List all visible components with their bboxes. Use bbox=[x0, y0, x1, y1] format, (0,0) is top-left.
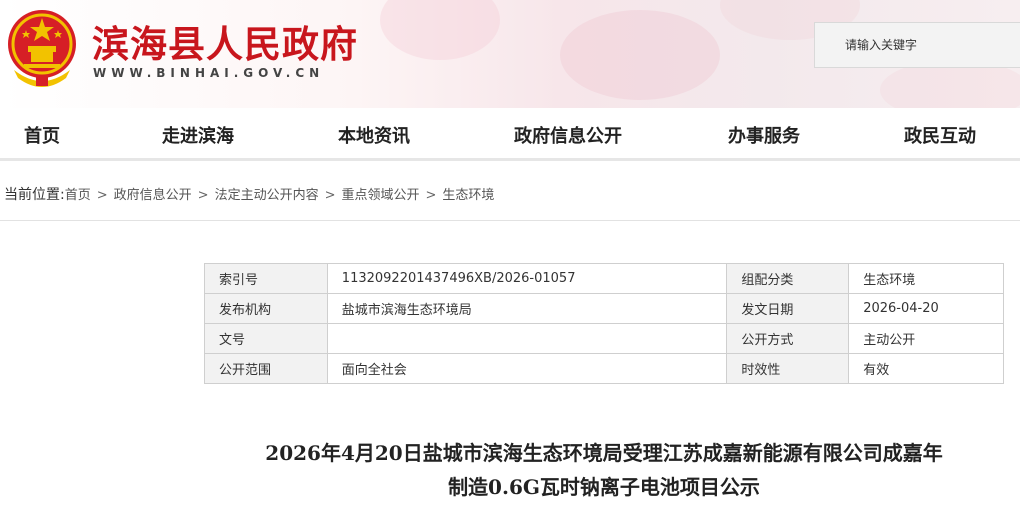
nav-item-services[interactable]: 办事服务 bbox=[728, 122, 800, 148]
site-url: WWW.BINHAI.GOV.CN bbox=[93, 66, 325, 80]
search-input[interactable] bbox=[815, 23, 1020, 67]
nav-item-interaction[interactable]: 政民互动 bbox=[904, 122, 976, 148]
breadcrumb-separator: > bbox=[197, 188, 209, 203]
breadcrumb-lead: 当前位置: bbox=[4, 187, 65, 203]
blossom-decoration bbox=[380, 0, 500, 60]
field-label: 发布机构 bbox=[204, 293, 328, 324]
field-label: 发文日期 bbox=[726, 293, 850, 324]
breadcrumb-item[interactable]: 生态环境 bbox=[442, 188, 494, 203]
field-value bbox=[326, 323, 728, 354]
nav-item-home[interactable]: 首页 bbox=[24, 122, 60, 148]
field-value: 有效 bbox=[848, 353, 1004, 384]
breadcrumb-item[interactable]: 法定主动公开内容 bbox=[215, 188, 319, 203]
search-box bbox=[814, 22, 1020, 68]
field-label: 组配分类 bbox=[726, 263, 850, 294]
breadcrumb-divider bbox=[0, 220, 1020, 221]
nav-item-about[interactable]: 走进滨海 bbox=[162, 122, 234, 148]
field-label: 公开方式 bbox=[726, 323, 850, 354]
table-row: 公开范围 面向全社会 时效性 有效 bbox=[204, 353, 1004, 384]
breadcrumb-separator: > bbox=[96, 188, 108, 203]
field-value: 主动公开 bbox=[848, 323, 1004, 354]
field-value: 2026-04-20 bbox=[848, 293, 1004, 324]
field-value: 1132092201437496XB/2026-01057 bbox=[326, 263, 728, 294]
breadcrumb-item[interactable]: 重点领域公开 bbox=[341, 188, 419, 203]
field-label: 公开范围 bbox=[204, 353, 328, 384]
table-row: 文号 公开方式 主动公开 bbox=[204, 323, 1004, 354]
table-row: 索引号 1132092201437496XB/2026-01057 组配分类 生… bbox=[204, 263, 1004, 294]
site-header: 滨海县人民政府 WWW.BINHAI.GOV.CN bbox=[0, 0, 1020, 108]
article-title-line: 2026年4月20日盐城市滨海生态环境局受理江苏成嘉新能源有限公司成嘉年 bbox=[265, 441, 943, 465]
article-title: 2026年4月20日盐城市滨海生态环境局受理江苏成嘉新能源有限公司成嘉年 制造0… bbox=[200, 436, 1008, 504]
national-emblem-icon bbox=[8, 10, 76, 87]
field-label: 时效性 bbox=[726, 353, 850, 384]
breadcrumb-item[interactable]: 首页 bbox=[65, 188, 91, 203]
nav-item-news[interactable]: 本地资讯 bbox=[338, 122, 410, 148]
breadcrumb: 当前位置:首页 > 政府信息公开 > 法定主动公开内容 > 重点领域公开 > 生态环境 bbox=[4, 184, 494, 204]
field-value: 生态环境 bbox=[848, 263, 1004, 294]
nav-divider bbox=[0, 158, 1020, 161]
breadcrumb-separator: > bbox=[425, 188, 437, 203]
field-value: 面向全社会 bbox=[326, 353, 728, 384]
field-value: 盐城市滨海生态环境局 bbox=[326, 293, 728, 324]
field-label: 索引号 bbox=[204, 263, 328, 294]
article-title-line: 制造0.6G瓦时钠离子电池项目公示 bbox=[448, 475, 760, 499]
breadcrumb-item[interactable]: 政府信息公开 bbox=[114, 188, 192, 203]
breadcrumb-separator: > bbox=[324, 188, 336, 203]
field-label: 文号 bbox=[204, 323, 328, 354]
main-nav: 首页 走进滨海 本地资讯 政府信息公开 办事服务 政民互动 bbox=[0, 108, 1020, 160]
document-info-table: 索引号 1132092201437496XB/2026-01057 组配分类 生… bbox=[204, 263, 1004, 384]
nav-item-info-disclosure[interactable]: 政府信息公开 bbox=[514, 122, 622, 148]
table-row: 发布机构 盐城市滨海生态环境局 发文日期 2026-04-20 bbox=[204, 293, 1004, 324]
site-title[interactable]: 滨海县人民政府 bbox=[92, 14, 358, 68]
blossom-decoration bbox=[560, 10, 720, 100]
